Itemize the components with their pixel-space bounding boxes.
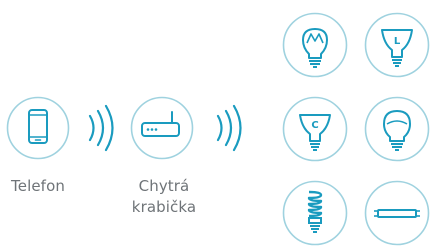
- bulb-type-mark: C: [311, 120, 318, 131]
- led-bulb-icon: [282, 12, 348, 78]
- router-icon: [130, 96, 194, 160]
- bulb-tube: [364, 180, 430, 246]
- wireless-signal-icon: [88, 104, 114, 152]
- bulb-spot-c: C: [282, 96, 348, 162]
- phone-label: Telefon: [11, 177, 65, 195]
- globe-bulb-icon: [364, 96, 430, 162]
- smart-lighting-diagram: Telefon Chytrá krabička L C: [0, 0, 431, 246]
- wireless-signal-icon: [216, 104, 242, 152]
- bulb-led: [282, 12, 348, 78]
- smart-box-node: [130, 96, 194, 160]
- smart-box-label-line2: krabička: [131, 198, 197, 216]
- smart-box-label: Chytrá krabička: [122, 176, 206, 218]
- spot-bulb-icon: C: [282, 96, 348, 162]
- smart-box-label-line1: Chytrá: [138, 177, 190, 195]
- bulb-globe: [364, 96, 430, 162]
- spiral-cfl-bulb-icon: [282, 180, 348, 246]
- phone-node: [6, 96, 70, 160]
- bulb-spiral: [282, 180, 348, 246]
- smartphone-icon: [6, 96, 70, 160]
- bulb-type-mark: L: [394, 36, 401, 47]
- spot-bulb-icon: L: [364, 12, 430, 78]
- bulb-spot-l: L: [364, 12, 430, 78]
- fluorescent-tube-icon: [364, 180, 430, 246]
